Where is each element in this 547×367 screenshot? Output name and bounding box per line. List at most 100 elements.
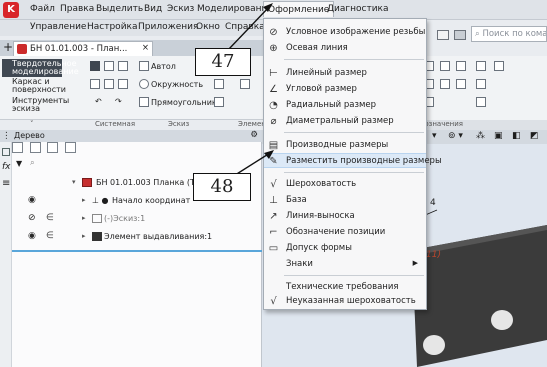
- tree-view-icon[interactable]: [12, 142, 23, 153]
- selection-indicator: [12, 250, 262, 252]
- ribbon-right-icon-9[interactable]: [476, 79, 488, 89]
- menu-modeling[interactable]: Моделирование: [197, 4, 273, 14]
- ribbon-right-icon-11[interactable]: [476, 97, 488, 107]
- restore-window-button[interactable]: [437, 30, 449, 40]
- ribbon-right-icon-3[interactable]: [456, 61, 468, 71]
- menu-item-derived-dims[interactable]: ▤ Производные размеры: [264, 138, 426, 153]
- dimension-value: 4: [430, 198, 436, 208]
- menu-item-place-derived-dims[interactable]: ✎ Разместить производные размеры: [264, 153, 442, 168]
- tree-filter-icon[interactable]: [65, 142, 77, 153]
- axis-icon: ⊕: [269, 43, 278, 54]
- render-icon[interactable]: ◩: [530, 131, 539, 141]
- menu-item-radial-dim[interactable]: ◔ Радиальный размер: [264, 98, 426, 113]
- menu-item-unspecified-roughness[interactable]: √ Неуказанная шероховатость: [264, 294, 426, 309]
- menu-applications[interactable]: Приложения: [138, 22, 198, 32]
- menu-drafting[interactable]: Оформление: [263, 1, 335, 17]
- collapse-arrow-icon[interactable]: ▸: [82, 196, 86, 204]
- menu-diagnostics[interactable]: Диагностика: [327, 4, 389, 14]
- ribbon-section-sketch: Эскиз: [168, 120, 190, 128]
- menu-item-linear-dim[interactable]: ⊢ Линейный размер: [264, 66, 426, 81]
- menu-help[interactable]: Справка: [225, 22, 265, 32]
- menu-view[interactable]: Вид: [144, 4, 162, 14]
- save-icon[interactable]: [104, 61, 116, 71]
- zoom-dropdown-icon[interactable]: ▾: [432, 131, 437, 141]
- tree-item-sketch[interactable]: ⊘ ∈ ▸ (-)Эскиз:1: [12, 212, 262, 226]
- tree-structure-icon[interactable]: [29, 142, 41, 153]
- tab-document[interactable]: БН 01.01.003 - План... ×: [13, 41, 153, 56]
- search-placeholder: Поиск по кома: [482, 29, 547, 39]
- circle-button[interactable]: Окружность: [139, 79, 203, 89]
- menu-manage[interactable]: Управление: [30, 22, 86, 32]
- menu-settings[interactable]: Настройка: [87, 22, 138, 32]
- tree-left-strip: fx ≡: [0, 142, 12, 367]
- auto-line-button[interactable]: Автол: [139, 61, 176, 71]
- menu-item-position[interactable]: ⌐ Обозначение позиции: [264, 225, 426, 240]
- ribbon-right-icon-5[interactable]: [494, 61, 506, 71]
- rectangle-button[interactable]: Прямоугольник: [139, 97, 217, 107]
- menu-window[interactable]: Окно: [196, 22, 220, 32]
- dependency-icon: ∈: [46, 213, 54, 223]
- red-annotation: 11): [426, 250, 441, 260]
- menu-item-angular-dim[interactable]: ∠ Угловой размер: [264, 82, 426, 97]
- solid-modeling-button[interactable]: Твердотельное моделирование: [2, 59, 79, 77]
- menu-item-thread[interactable]: ⊘ Условное изображение резьбы: [264, 25, 426, 40]
- open-folder-icon[interactable]: [90, 61, 102, 71]
- tree-item-extrusion[interactable]: ◉ ∈ ▸ Элемент выдавливания:1: [12, 230, 262, 244]
- view-orientation-icon[interactable]: ⊚ ▾: [448, 131, 463, 141]
- menu-sketch[interactable]: Эскиз: [167, 4, 194, 14]
- roughness-icon: √: [270, 179, 277, 190]
- menu-select[interactable]: Выделить: [96, 4, 143, 14]
- ribbon-icon-e[interactable]: [240, 79, 252, 89]
- section-view-icon[interactable]: ⁂: [476, 131, 485, 141]
- redo-icon[interactable]: ↷: [115, 97, 122, 106]
- new-tab-icon[interactable]: +: [3, 40, 13, 54]
- menu-file[interactable]: Файл: [30, 4, 55, 14]
- ribbon-section-chevron[interactable]: ˅: [30, 120, 34, 128]
- funnel-icon[interactable]: ▼: [16, 159, 22, 168]
- panel-toggle-button[interactable]: [454, 30, 466, 40]
- collapse-arrow-icon[interactable]: ▸: [82, 214, 86, 222]
- menu-edit[interactable]: Правка: [60, 4, 94, 14]
- ribbon-right-icon-8[interactable]: [456, 79, 468, 89]
- ribbon-right-icon-7[interactable]: [440, 79, 452, 89]
- shaded-view-icon[interactable]: ◧: [512, 131, 521, 141]
- wireframe-surfaces-button[interactable]: Каркас и поверхности: [2, 78, 66, 94]
- panel-settings-icon[interactable]: ⚙: [250, 130, 258, 140]
- close-tab-icon[interactable]: ×: [142, 43, 149, 53]
- visibility-eye-icon[interactable]: ◉: [28, 231, 36, 241]
- leader-line-icon: ↗: [269, 211, 278, 222]
- undo-icon[interactable]: ↶: [95, 97, 102, 106]
- function-icon[interactable]: fx: [2, 162, 11, 172]
- sketch-tools-button[interactable]: Инструменты эскиза: [2, 97, 69, 113]
- properties-icon[interactable]: [118, 79, 130, 89]
- diameter-dim-icon: ⌀: [270, 116, 277, 127]
- strip-icon-1[interactable]: [2, 148, 10, 156]
- menu-item-base[interactable]: ⊥ База: [264, 193, 426, 208]
- ribbon-right-icon-4[interactable]: [476, 61, 488, 71]
- ribbon-icon-b[interactable]: [214, 79, 226, 89]
- menu-item-diameter-dim[interactable]: ⌀ Диаметральный размер: [264, 114, 426, 129]
- ribbon-icon-c[interactable]: [214, 97, 226, 107]
- tree-item-label: Элемент выдавливания:1: [104, 232, 213, 241]
- display-mode-icon[interactable]: ▣: [494, 131, 503, 141]
- menu-item-roughness[interactable]: √ Шероховатость: [264, 177, 426, 192]
- list-icon[interactable]: ≡: [2, 178, 10, 189]
- menu-item-axis[interactable]: ⊕ Осевая линия: [264, 41, 426, 56]
- visibility-eye-icon[interactable]: ◉: [28, 195, 36, 205]
- copy-icon[interactable]: [118, 61, 130, 71]
- menu-item-form-tolerance[interactable]: ▭ Допуск формы: [264, 241, 426, 256]
- hidden-eye-icon[interactable]: ⊘: [28, 213, 36, 223]
- menu-item-signs[interactable]: Знаки ▶: [264, 257, 426, 272]
- print-icon[interactable]: [90, 79, 102, 89]
- command-search-input[interactable]: ⌕ Поиск по кома: [471, 26, 547, 42]
- tree-show-icon[interactable]: [47, 142, 59, 153]
- menu-item-tech-requirements[interactable]: Технические требования: [264, 280, 426, 295]
- menu-separator: [284, 275, 424, 276]
- collapse-arrow-icon[interactable]: ▸: [82, 232, 86, 240]
- preview-icon[interactable]: [104, 79, 116, 89]
- expand-arrow-icon[interactable]: ▾: [72, 178, 76, 186]
- ribbon-right-icon-2[interactable]: [440, 61, 452, 71]
- tree-panel-icon: ⋮: [2, 131, 11, 141]
- tree-search-icon[interactable]: ⌕: [30, 158, 35, 168]
- menu-item-leader-line[interactable]: ↗ Линия-выноска: [264, 209, 426, 224]
